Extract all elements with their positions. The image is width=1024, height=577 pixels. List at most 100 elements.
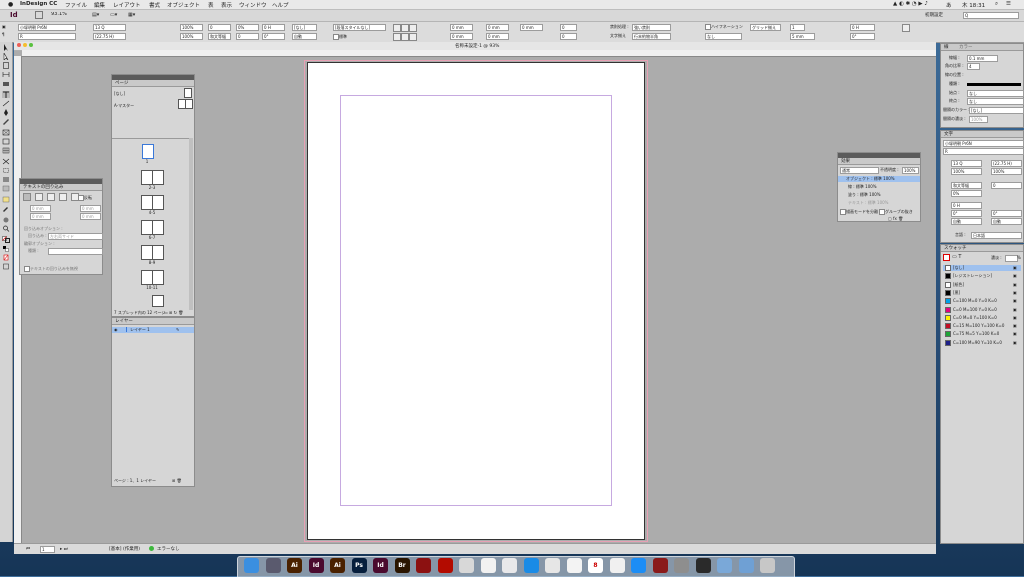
swatch-row[interactable]: C=75 M=5 Y=100 K=0 ▣ [943,331,1021,338]
align-right-icon[interactable] [409,24,417,32]
dock-item-indesign[interactable]: Id [308,558,324,573]
grid-align-field[interactable]: なし [705,33,742,40]
page-thumb-3[interactable] [152,170,164,185]
swatch-row[interactable]: [紙色] ▣ [943,281,1021,288]
menu-edit[interactable]: 編集 [94,1,105,9]
dock-item-music[interactable] [609,558,625,573]
space-before-field[interactable]: 0 mm [486,33,509,40]
menu-help[interactable]: ヘルプ [272,1,289,9]
effects-row-stroke[interactable]: 線 : 標準 100% [840,184,918,190]
arrange-documents-icon[interactable]: ▦▾ [128,12,135,18]
dock-item-app-store[interactable] [631,558,646,573]
dock-item-finder[interactable] [244,558,259,573]
zoom-level[interactable]: 93.1% [50,12,73,17]
indent-first-field[interactable]: 0 mm [450,33,473,40]
effects-row-fill[interactable]: 塗り : 標準 100% [840,192,918,198]
panel-tab[interactable]: 効果 [838,158,920,165]
justify-all-icon[interactable] [409,33,417,41]
pencil-tool-icon[interactable] [2,118,10,125]
search-input[interactable]: Q [963,12,1019,19]
kerning-select[interactable]: 和文等幅 [951,182,982,189]
effects-row-text[interactable]: テキスト : 標準 100% [840,200,918,206]
fill-stroke-icon[interactable] [2,236,10,243]
note-tool-icon[interactable] [2,196,10,203]
none-master-thumb[interactable] [184,88,192,98]
menu-type[interactable]: 書式 [149,1,160,9]
free-transform-tool-icon[interactable] [2,167,10,174]
columns-field[interactable]: 1 [790,24,805,31]
effects-footer-icons[interactable]: ▢ fx 🗑 [888,216,903,221]
dock-item-launchpad[interactable] [265,558,281,573]
type-tool-icon[interactable] [2,91,10,98]
layers-footer-icons[interactable]: ⊞ 🗑 [172,478,182,483]
pages-footer-icons[interactable]: ▭ ⊞ ↻ 🗑 [164,310,183,315]
gradient-tool-icon[interactable] [2,176,10,183]
para-style-field[interactable]: [段落スタイルなし] [333,24,386,31]
eyedropper-tool-icon[interactable] [2,205,10,212]
kinsoku-field[interactable]: 強い禁則 [632,24,671,31]
dock-item-acrobat-reader[interactable] [437,558,453,573]
dock-item-photos[interactable] [566,558,582,573]
dock-item-safari[interactable] [523,558,539,573]
spotlight-icon[interactable]: ⌕ [995,1,998,8]
dock-item-indesign[interactable]: Id [373,558,388,573]
page-thumb-11[interactable] [152,270,164,285]
page-thumb-5[interactable] [152,195,164,210]
gradient-feather-tool-icon[interactable] [2,185,10,192]
fill-stroke-swatch-icon[interactable] [943,254,950,261]
gap-color-select[interactable]: [なし] [969,107,1024,114]
stroke-type-preview[interactable] [967,83,1021,86]
aki-after-select[interactable]: 自動 [991,218,1022,225]
no-wrap-icon[interactable] [23,193,31,201]
tab-stroke[interactable]: 線 [944,44,949,50]
menu-window[interactable]: ウィンドウ [239,1,267,9]
next-page-button[interactable]: ▸ ⏭ [60,546,68,552]
font-style-select[interactable]: R [943,148,1024,155]
leading-field[interactable]: (22.75 H) [991,160,1022,167]
view-mode-icon[interactable] [2,263,10,270]
zoom-tool-icon[interactable] [2,225,10,232]
opacity-field[interactable]: 100% [902,167,919,174]
visibility-eye-icon[interactable]: ◉ [114,327,118,332]
rotate-field[interactable]: 0° [991,210,1022,217]
preflight-errors[interactable]: エラーなし [157,546,180,552]
leading-field[interactable]: (22.75 H) [93,33,126,40]
page-thumb-12[interactable] [152,295,164,307]
vertical-ruler[interactable] [14,56,22,544]
aki-field[interactable]: 0 [236,33,259,40]
end-select[interactable]: なし [967,98,1024,105]
drop-lines-field[interactable]: 0 [560,24,577,31]
wrap-bounding-box-icon[interactable] [35,193,43,201]
screen-mode-icon[interactable]: ▭▾ [110,12,117,18]
preflight-profile[interactable]: [基本] (作業用) [109,546,140,552]
swatch-row[interactable]: [レジストレーション] ▣ [943,273,1021,280]
font-style-field[interactable]: R [18,33,76,40]
layer-name[interactable]: レイヤー 1 [130,327,150,333]
offset-left-field[interactable]: 0 mm [80,205,101,212]
menu-table[interactable]: 表 [208,1,214,9]
stroke-opts-field[interactable]: 自動 [292,33,317,40]
rectangle-frame-tool-icon[interactable] [2,129,10,136]
swatch-row[interactable]: [なし] ▣ [943,265,1021,271]
miter-field[interactable]: 4 [967,63,980,70]
layer-row[interactable]: ◉ レイヤー 1 ✎ [112,327,194,333]
workspace-switcher[interactable]: 初期設定 [925,12,943,18]
clock[interactable]: 木 18:31 [962,1,985,9]
a-master-right-thumb[interactable] [185,99,193,109]
dock-item-settings[interactable] [674,558,689,573]
indent-left-field[interactable]: 0 mm [450,24,473,31]
aki-before-select[interactable]: 自動 [951,218,982,225]
zoom-window-button[interactable] [29,43,33,47]
dock-item-photoshop[interactable]: Ps [351,558,367,573]
hand-tool-icon[interactable] [2,216,10,223]
rectangle-tool-icon[interactable] [2,138,10,145]
page-thumb-9[interactable] [152,245,164,260]
justify-left-icon[interactable] [393,33,401,41]
pages-divider[interactable] [112,138,190,139]
menu-file[interactable]: ファイル [65,1,87,9]
skew-field-2[interactable]: 0° [850,33,875,40]
blend-mode-select[interactable]: 通常 [840,167,879,174]
tracking-field[interactable]: 0 [991,182,1022,189]
drop-chars-field[interactable]: 0 [560,33,577,40]
panel-menu-icon[interactable] [902,24,910,32]
